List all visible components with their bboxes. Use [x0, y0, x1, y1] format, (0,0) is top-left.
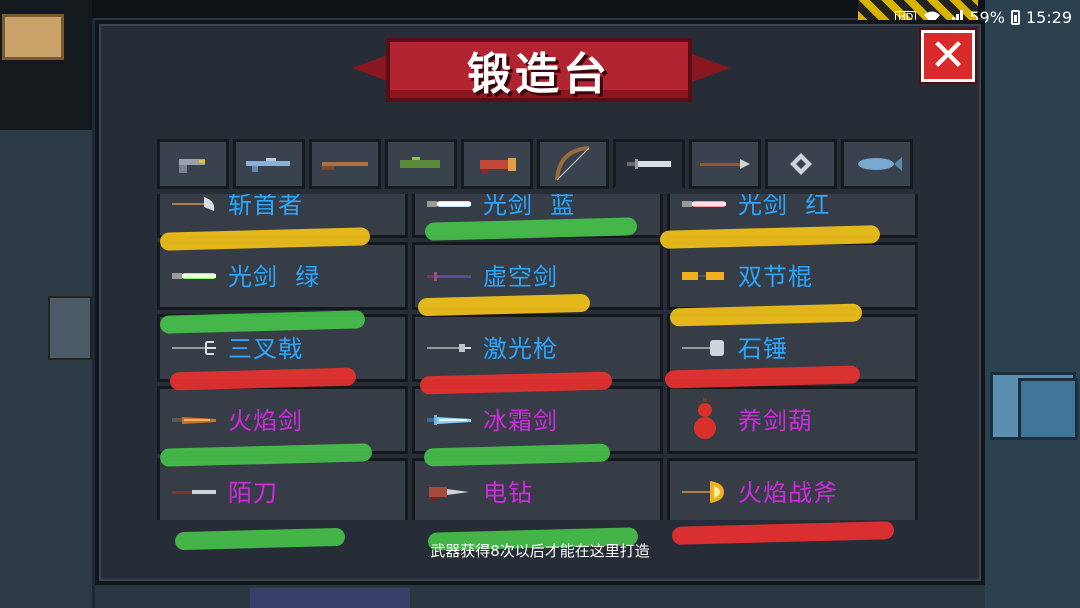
- weapon-label: 光剑 蓝: [483, 194, 576, 219]
- tab-staff[interactable]: [765, 139, 837, 189]
- weapon-item-modao-blade[interactable]: 陌刀: [157, 458, 408, 520]
- weapon-label: 火焰战斧: [738, 478, 838, 507]
- weapon-item-lightsaber-green[interactable]: 光剑 绿: [157, 242, 408, 310]
- tab-bow[interactable]: [537, 139, 609, 189]
- weapon-category-tabs: [157, 139, 913, 189]
- tab-fish[interactable]: [841, 139, 913, 189]
- weapon-label: 养剑葫: [738, 406, 813, 435]
- weapon-label: 冰霜剑: [483, 406, 558, 435]
- weapon-item-laser-spear[interactable]: 激光枪: [412, 314, 663, 382]
- weapon-item-nunchaku[interactable]: 双节棍: [667, 242, 918, 310]
- weapon-label: 光剑 红: [738, 194, 831, 219]
- tab-launcher[interactable]: [385, 139, 457, 189]
- bow-icon: [555, 146, 590, 181]
- weapon-label: 火焰剑: [228, 406, 303, 435]
- tab-spear[interactable]: [689, 139, 761, 189]
- modao-blade-icon: [170, 481, 220, 503]
- tab-rifle[interactable]: [233, 139, 305, 189]
- background-locker: [48, 296, 92, 360]
- drill-icon: [425, 481, 475, 503]
- flame-sword-icon: [170, 409, 220, 431]
- lightsaber-blue-icon: [425, 194, 475, 215]
- void-sword-icon: [425, 265, 475, 287]
- tab-shotgun[interactable]: [309, 139, 381, 189]
- forge-hint: 武器获得8次以后才能在这里打造: [430, 542, 650, 560]
- weapon-label: 陌刀: [228, 478, 278, 507]
- weapon-label: 激光枪: [483, 334, 558, 363]
- rifle-icon: [246, 158, 290, 172]
- weapon-label: 光剑 绿: [228, 262, 321, 291]
- launcher-icon: [400, 157, 440, 168]
- staff-icon: [790, 153, 812, 175]
- tab-heavy-gun[interactable]: [461, 139, 533, 189]
- laser-spear-icon: [425, 337, 475, 359]
- clock: 15:29: [1025, 7, 1072, 27]
- weapon-item-flame-axe[interactable]: 火焰战斧: [667, 458, 918, 520]
- background-screen-2: [1018, 378, 1078, 440]
- tab-sword[interactable]: [613, 139, 685, 189]
- weapon-label: 虚空剑: [483, 262, 558, 291]
- background-sign: [2, 14, 64, 60]
- close-button[interactable]: ✕: [921, 30, 975, 82]
- background-right-wall: [985, 0, 1080, 608]
- weapon-label: 斩首者: [228, 194, 303, 219]
- weapon-label: 电钻: [483, 478, 533, 507]
- scythe-icon: [170, 194, 220, 215]
- nunchaku-icon: [680, 265, 730, 287]
- weapon-label: 三叉戟: [228, 334, 303, 363]
- weapon-item-frost-sword[interactable]: 冰霜剑: [412, 386, 663, 454]
- shotgun-icon: [322, 162, 368, 170]
- background-floor: [250, 588, 410, 608]
- title-banner: 锻造台: [386, 38, 692, 102]
- background-left-wall: [0, 130, 92, 608]
- weapon-item-flame-sword[interactable]: 火焰剑: [157, 386, 408, 454]
- battery-icon: [1010, 9, 1020, 25]
- flame-axe-icon: [680, 481, 730, 503]
- weapon-item-sword-gourd[interactable]: 养剑葫: [667, 386, 918, 454]
- spear-icon: [700, 159, 750, 169]
- lightsaber-red-icon: [680, 194, 730, 215]
- page-title: 锻造台: [467, 49, 611, 100]
- lightsaber-green-icon: [170, 265, 220, 287]
- heavy-gun-icon: [480, 158, 516, 174]
- stone-hammer-icon: [680, 337, 730, 359]
- gourd-icon: [680, 398, 730, 439]
- weapon-label: 双节棍: [738, 262, 813, 291]
- sword-icon: [627, 159, 671, 169]
- close-icon: ✕: [929, 30, 967, 81]
- frost-sword-icon: [425, 409, 475, 431]
- pistol-icon: [179, 159, 205, 173]
- fish-icon: [858, 157, 902, 171]
- weapon-item-drill[interactable]: 电钻: [412, 458, 663, 520]
- tab-pistol[interactable]: [157, 139, 229, 189]
- weapon-label: 石锤: [738, 334, 788, 363]
- trident-icon: [170, 337, 220, 359]
